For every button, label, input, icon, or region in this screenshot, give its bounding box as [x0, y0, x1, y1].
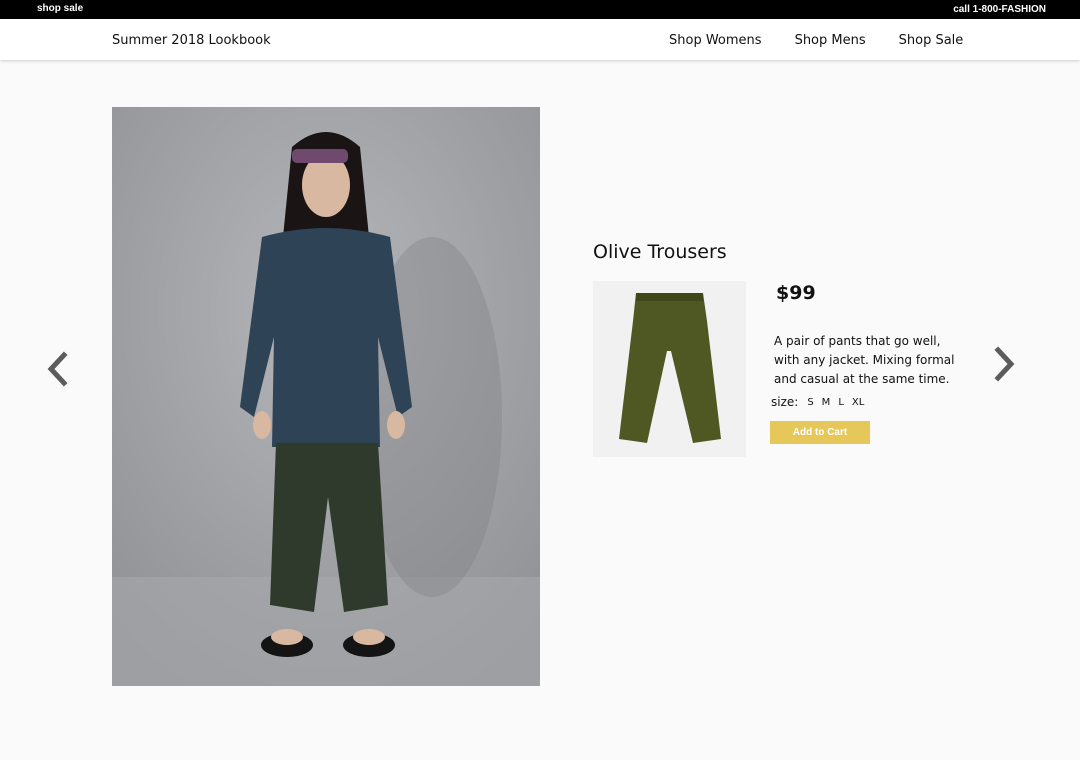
- shop-sale-link[interactable]: shop sale: [37, 3, 83, 14]
- size-selector: size: S M L XL: [771, 395, 872, 409]
- nav-links: Shop Womens Shop Mens Shop Sale: [669, 33, 996, 48]
- size-option-s[interactable]: S: [807, 397, 813, 408]
- size-option-xl[interactable]: XL: [852, 397, 864, 408]
- size-option-l[interactable]: L: [838, 397, 844, 408]
- size-option-m[interactable]: M: [822, 397, 831, 408]
- size-label: size:: [771, 395, 799, 409]
- add-to-cart-button[interactable]: Add to Cart: [770, 421, 870, 444]
- top-bar: shop sale call 1-800-FASHION: [0, 0, 1080, 19]
- phone-number: call 1-800-FASHION: [953, 4, 1046, 15]
- nav-shop-mens[interactable]: Shop Mens: [795, 33, 866, 48]
- next-button[interactable]: [992, 344, 1018, 384]
- product-title: Olive Trousers: [593, 241, 727, 263]
- nav-shop-womens[interactable]: Shop Womens: [669, 33, 762, 48]
- nav-shop-sale[interactable]: Shop Sale: [899, 33, 964, 48]
- lookbook-model-photo: [112, 107, 540, 686]
- product-thumbnail[interactable]: [593, 281, 746, 457]
- brand-title[interactable]: Summer 2018 Lookbook: [112, 33, 271, 48]
- chevron-left-icon: [47, 351, 68, 387]
- previous-button[interactable]: [44, 349, 70, 389]
- product-price: $99: [776, 282, 816, 304]
- main-nav: Summer 2018 Lookbook Shop Womens Shop Me…: [0, 19, 1080, 60]
- product-description: A pair of pants that go well, with any j…: [774, 334, 955, 386]
- chevron-right-icon: [994, 346, 1015, 382]
